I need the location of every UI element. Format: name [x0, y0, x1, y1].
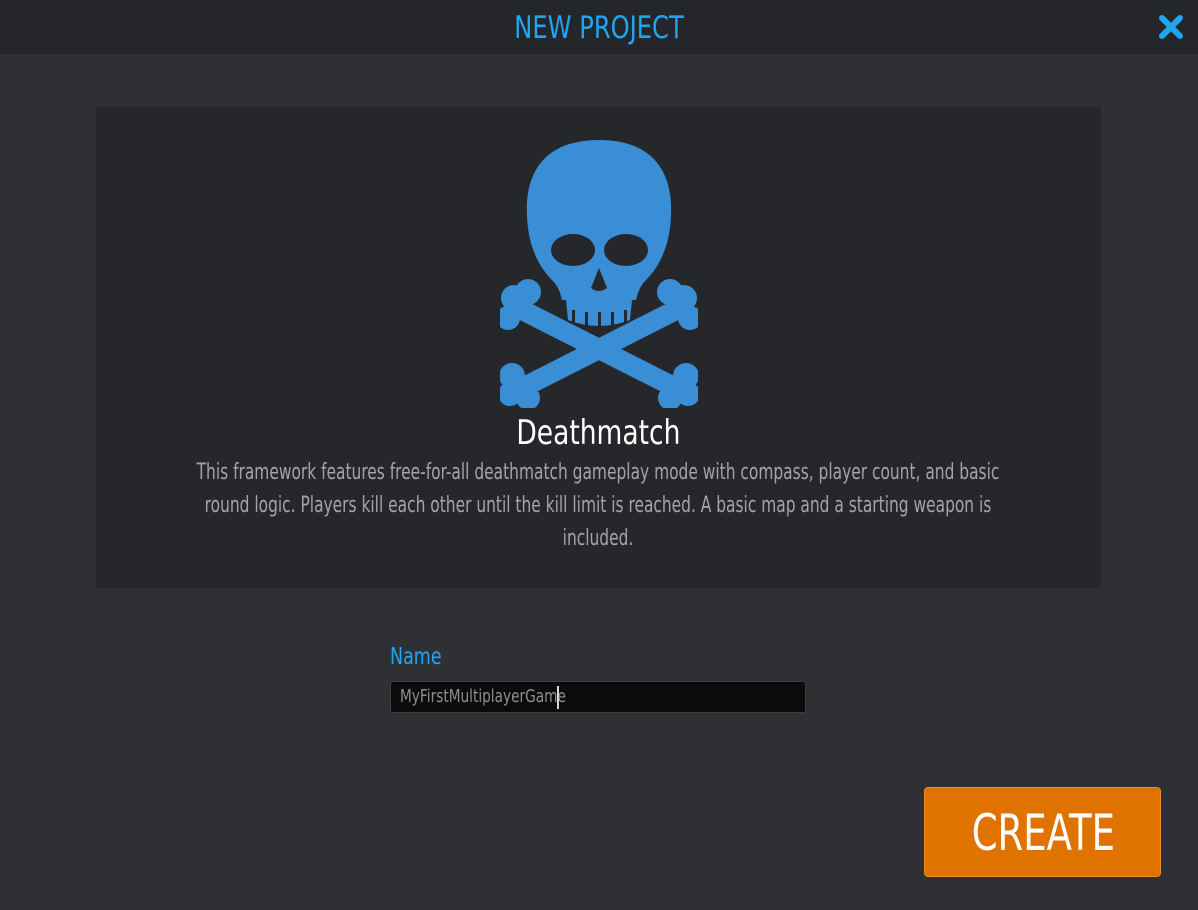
close-button[interactable]: [1155, 11, 1187, 43]
close-icon: [1159, 15, 1183, 39]
name-label: Name: [390, 644, 442, 670]
template-description-text: This framework features free-for-all dea…: [196, 460, 1000, 551]
skull-crossbones-icon: [500, 140, 698, 408]
text-caret: [557, 686, 559, 709]
template-card: Deathmatch This framework features free-…: [96, 107, 1101, 588]
project-name-value: MyFirstMultiplayerGame: [400, 686, 566, 707]
dialog-title: NEW PROJECT: [514, 10, 684, 46]
template-description: This framework features free-for-all dea…: [188, 456, 1008, 555]
project-name-input[interactable]: MyFirstMultiplayerGame: [390, 681, 806, 713]
create-button[interactable]: CREATE: [924, 787, 1161, 877]
template-title: Deathmatch: [516, 413, 681, 453]
create-button-label: CREATE: [971, 804, 1116, 862]
